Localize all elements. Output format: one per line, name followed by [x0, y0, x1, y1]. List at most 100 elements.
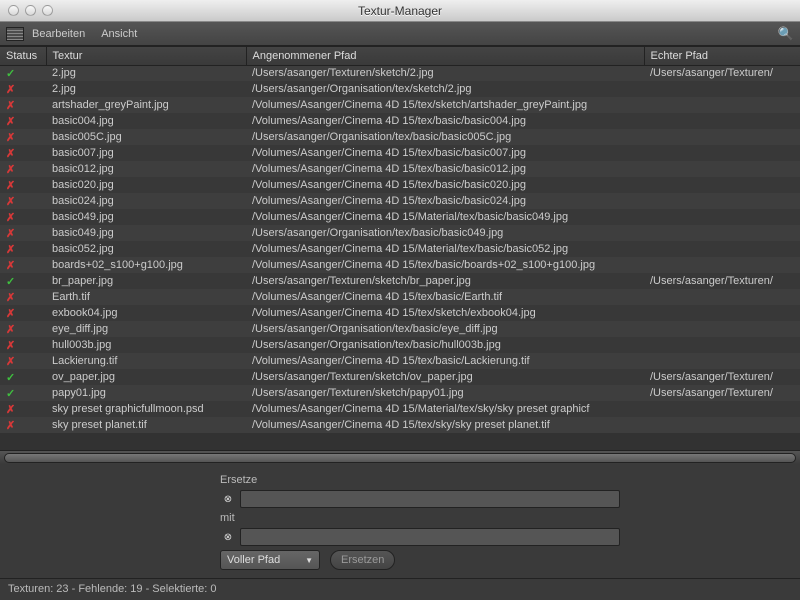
cross-icon: ✗ [6, 180, 15, 192]
cell-path: /Volumes/Asanger/Cinema 4D 15/tex/sky/sk… [246, 417, 644, 433]
table-row[interactable]: ✗Lackierung.tif/Volumes/Asanger/Cinema 4… [0, 353, 800, 369]
cell-path: /Volumes/Asanger/Cinema 4D 15/Material/t… [246, 209, 644, 225]
table-row[interactable]: ✗ exbook04.jpg/Volumes/Asanger/Cinema 4D … [0, 305, 800, 321]
cell-real [644, 129, 800, 145]
cross-icon: ✗ [6, 100, 15, 112]
cell-texture: 2.jpg [46, 81, 246, 97]
cross-icon: ✗ [6, 308, 15, 320]
col-status[interactable]: Status [0, 47, 46, 65]
cell-texture: basic004.jpg [46, 113, 246, 129]
cell-real [644, 161, 800, 177]
chevron-down-icon: ▼ [305, 556, 313, 565]
menu-edit[interactable]: Bearbeiten [32, 28, 85, 40]
replace-label: Ersetze [220, 474, 270, 486]
cross-icon: ✗ [6, 244, 15, 256]
cell-path: /Users/asanger/Organisation/tex/basic/ey… [246, 321, 644, 337]
scrollbar-thumb[interactable] [4, 453, 796, 463]
app-icon [6, 27, 24, 41]
cell-real [644, 321, 800, 337]
cell-path: /Volumes/Asanger/Cinema 4D 15/Material/t… [246, 241, 644, 257]
cell-path: /Volumes/Asanger/Cinema 4D 15/tex/sketch… [246, 97, 644, 113]
cell-texture: basic005C.jpg [46, 129, 246, 145]
cross-icon: ✗ [6, 420, 15, 432]
table-row[interactable]: ✓2.jpg/Users/asanger/Texturen/sketch/2.j… [0, 65, 800, 81]
table-row[interactable]: ✗basic005C.jpg/Users/asanger/Organisatio… [0, 129, 800, 145]
cell-texture: boards+02_s100+g100.jpg [46, 257, 246, 273]
cell-real: /Users/asanger/Texturen/ [644, 385, 800, 401]
cell-real [644, 81, 800, 97]
cell-real [644, 337, 800, 353]
cell-real [644, 193, 800, 209]
cell-real: /Users/asanger/Texturen/ [644, 273, 800, 289]
cross-icon: ✗ [6, 196, 15, 208]
cell-real [644, 305, 800, 321]
cell-texture: ov_paper.jpg [46, 369, 246, 385]
mit-input[interactable] [240, 528, 620, 546]
cell-texture: basic049.jpg [46, 225, 246, 241]
cross-icon: ✗ [6, 292, 15, 304]
table-row[interactable]: ✗basic007.jpg/Volumes/Asanger/Cinema 4D … [0, 145, 800, 161]
cell-real [644, 289, 800, 305]
table-row[interactable]: ✗hull003b.jpg/Users/asanger/Organisation… [0, 337, 800, 353]
cross-icon: ✗ [6, 324, 15, 336]
cell-path: /Users/asanger/Texturen/sketch/br_paper.… [246, 273, 644, 289]
table-row[interactable]: ✓ ov_paper.jpg/Users/asanger/Texturen/ske… [0, 369, 800, 385]
cell-path: /Volumes/Asanger/Cinema 4D 15/tex/basic/… [246, 193, 644, 209]
check-icon: ✓ [6, 372, 15, 384]
table-row[interactable]: ✓ papy01.jpg/Users/asanger/Texturen/sketc… [0, 385, 800, 401]
clear-mit-icon[interactable]: ⊗ [220, 529, 236, 545]
cell-path: /Volumes/Asanger/Cinema 4D 15/tex/basic/… [246, 113, 644, 129]
table-row[interactable]: ✗ basic004.jpg/Volumes/Asanger/Cinema 4D … [0, 113, 800, 129]
table-row[interactable]: ✗sky preset graphicfullmoon.psd/Volumes/… [0, 401, 800, 417]
cell-real [644, 225, 800, 241]
table-row[interactable]: ✗basic049.jpg/Volumes/Asanger/Cinema 4D … [0, 209, 800, 225]
cell-real [644, 97, 800, 113]
cell-texture: Earth.tif [46, 289, 246, 305]
clear-ersetze-icon[interactable]: ⊗ [220, 491, 236, 507]
table-row[interactable]: ✗basic020.jpg/Volumes/Asanger/Cinema 4D … [0, 177, 800, 193]
cell-path: /Users/asanger/Texturen/sketch/papy01.jp… [246, 385, 644, 401]
table-row[interactable]: ✗boards+02_s100+g100.jpg/Volumes/Asanger… [0, 257, 800, 273]
table-row[interactable]: ✗basic012.jpg/Volumes/Asanger/Cinema 4D … [0, 161, 800, 177]
cell-path: /Volumes/Asanger/Cinema 4D 15/tex/sketch… [246, 305, 644, 321]
horizontal-scrollbar[interactable] [0, 450, 800, 464]
col-real-path[interactable]: Echter Pfad [644, 47, 800, 65]
cell-path: /Volumes/Asanger/Cinema 4D 15/tex/basic/… [246, 289, 644, 305]
replace-button[interactable]: Ersetzen [330, 550, 395, 570]
path-mode-dropdown[interactable]: Voller Pfad ▼ [220, 550, 320, 570]
cross-icon: ✗ [6, 356, 15, 368]
cross-icon: ✗ [6, 404, 15, 416]
table-row[interactable]: ✓br_paper.jpg/Users/asanger/Texturen/ske… [0, 273, 800, 289]
table-row[interactable]: ✗eye_diff.jpg/Users/asanger/Organisation… [0, 321, 800, 337]
cell-texture: basic024.jpg [46, 193, 246, 209]
cell-real [644, 417, 800, 433]
cell-texture: exbook04.jpg [46, 305, 246, 321]
mit-label: mit [220, 512, 270, 524]
cell-path: /Volumes/Asanger/Cinema 4D 15/Material/t… [246, 401, 644, 417]
cross-icon: ✗ [6, 116, 15, 128]
cross-icon: ✗ [6, 260, 15, 272]
cross-icon: ✗ [6, 228, 15, 240]
table-row[interactable]: ✗artshader_greyPaint.jpg/Volumes/Asanger… [0, 97, 800, 113]
cross-icon: ✗ [6, 148, 15, 160]
table-row[interactable]: ✗basic049.jpg/Users/asanger/Organisation… [0, 225, 800, 241]
col-texture[interactable]: Textur [46, 47, 246, 65]
cell-path: /Volumes/Asanger/Cinema 4D 15/tex/basic/… [246, 145, 644, 161]
table-row[interactable]: ✗ basic024.jpg/Volumes/Asanger/Cinema 4D … [0, 193, 800, 209]
table-row[interactable]: ✗2.jpg/Users/asanger/Organisation/tex/sk… [0, 81, 800, 97]
menu-view[interactable]: Ansicht [101, 28, 137, 40]
table-row[interactable]: ✗basic052.jpg/Volumes/Asanger/Cinema 4D … [0, 241, 800, 257]
ersetze-input[interactable] [240, 490, 620, 508]
table-row[interactable]: ✗sky preset planet.tif/Volumes/Asanger/C… [0, 417, 800, 433]
cell-path: /Volumes/Asanger/Cinema 4D 15/tex/basic/… [246, 161, 644, 177]
replace-panel: Ersetze ⊗ mit ⊗ Voller Pfad ▼ Ersetzen [0, 464, 800, 570]
table-row[interactable]: ✗ Earth.tif/Volumes/Asanger/Cinema 4D 15/… [0, 289, 800, 305]
search-icon[interactable]: 🔍 [778, 26, 794, 42]
cell-real [644, 145, 800, 161]
check-icon: ✓ [6, 388, 15, 400]
cell-real [644, 209, 800, 225]
cell-path: /Users/asanger/Texturen/sketch/ov_paper.… [246, 369, 644, 385]
cell-real [644, 241, 800, 257]
cell-texture: papy01.jpg [46, 385, 246, 401]
col-assumed-path[interactable]: Angenommener Pfad [246, 47, 644, 65]
